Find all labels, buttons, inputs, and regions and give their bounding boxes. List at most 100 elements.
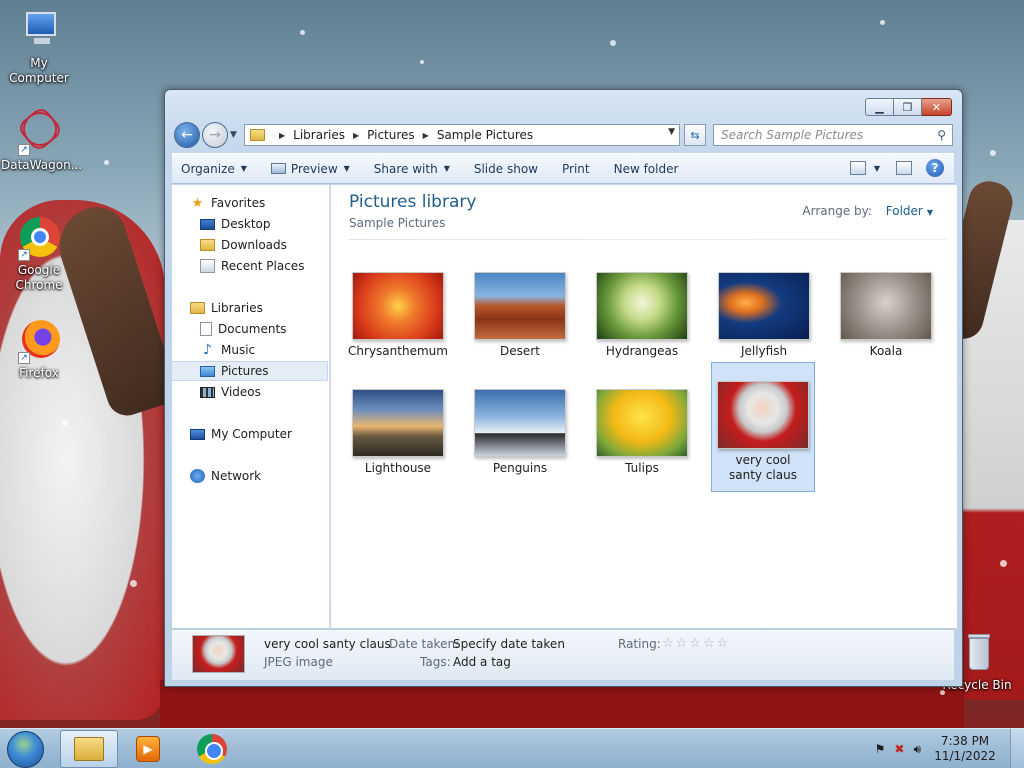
- desktop-icon-google-chrome[interactable]: ↗ Google Chrome: [1, 215, 77, 293]
- datawagon-icon: ↗: [16, 105, 64, 156]
- minimize-button[interactable]: ▁: [865, 98, 894, 116]
- thumbnail-image: [596, 389, 688, 457]
- desktop-icon-my-computer[interactable]: My Computer: [1, 8, 77, 86]
- file-item-penguins[interactable]: Penguins: [468, 381, 572, 476]
- nav-item-pictures[interactable]: Pictures: [172, 361, 328, 381]
- breadcrumb: ▶ Libraries ▶ Pictures ▶ Sample Pictures: [271, 128, 533, 142]
- recent-pages-dropdown[interactable]: ▼: [230, 130, 237, 140]
- clock[interactable]: 7:38 PM 11/1/2022: [930, 734, 1000, 764]
- network-icon: [190, 469, 205, 483]
- change-view-icon[interactable]: [849, 161, 866, 175]
- address-history-dropdown[interactable]: ▼: [668, 127, 675, 137]
- arrange-by-label: Arrange by:: [802, 204, 872, 218]
- nav-label: Libraries: [211, 301, 263, 315]
- back-button[interactable]: ←: [174, 122, 200, 148]
- nav-item-my-computer[interactable]: My Computer: [172, 424, 328, 444]
- preview-button[interactable]: Preview ▼: [262, 162, 359, 176]
- folder-icon: [74, 737, 104, 761]
- share-with-label: Share with: [373, 161, 438, 176]
- details-file-name: very cool santy claus: [264, 637, 391, 651]
- date-taken-label: Date taken:: [389, 637, 460, 651]
- breadcrumb-pictures[interactable]: Pictures: [367, 128, 415, 142]
- nav-item-documents[interactable]: Documents: [172, 319, 328, 339]
- caption-buttons: ▁ ❐ ✕: [865, 98, 952, 116]
- file-item-jellyfish[interactable]: Jellyfish: [712, 264, 816, 359]
- file-item-lighthouse[interactable]: Lighthouse: [346, 381, 450, 476]
- search-icon[interactable]: ⚲: [937, 128, 946, 142]
- file-item-koala[interactable]: Koala: [834, 264, 938, 359]
- header-divider: [349, 239, 947, 240]
- nav-item-libraries[interactable]: Libraries: [172, 298, 328, 318]
- nav-item-videos[interactable]: Videos: [172, 382, 328, 402]
- recent-places-icon: [200, 259, 215, 273]
- shortcut-arrow-icon: ↗: [18, 352, 30, 364]
- nav-item-favorites[interactable]: ★ Favorites: [172, 193, 328, 213]
- file-label: Koala: [869, 344, 903, 358]
- thumbnail-image: [474, 389, 566, 457]
- desktop-icon: [200, 218, 215, 230]
- maximize-button[interactable]: ❐: [894, 98, 922, 116]
- nav-item-downloads[interactable]: Downloads: [172, 235, 328, 255]
- taskbar-explorer[interactable]: [60, 730, 118, 768]
- arrow-left-icon: ←: [181, 127, 193, 143]
- rating-label: Rating:: [618, 637, 661, 651]
- preview-label: Preview: [290, 161, 338, 176]
- close-button[interactable]: ✕: [922, 98, 952, 116]
- network-disconnected-icon[interactable]: ✖: [894, 742, 904, 756]
- tags-label: Tags:: [420, 655, 451, 669]
- new-folder-button[interactable]: New folder: [605, 162, 688, 176]
- nav-item-recent-places[interactable]: Recent Places: [172, 256, 328, 276]
- rating-stars[interactable]: ☆☆☆☆☆: [662, 636, 730, 651]
- desktop-icon-firefox[interactable]: ↗ Firefox: [1, 318, 77, 381]
- file-item-chrysanthemum[interactable]: Chrysanthemum: [346, 264, 450, 359]
- search-box[interactable]: Search Sample Pictures ⚲: [713, 124, 953, 146]
- action-center-icon[interactable]: ⚑: [875, 742, 886, 756]
- file-item-desert[interactable]: Desert: [468, 264, 572, 359]
- documents-icon: [200, 322, 212, 336]
- preview-pane-icon[interactable]: [896, 161, 912, 175]
- explorer-window: ▁ ❐ ✕ ← → ▼ ▶ Libraries ▶ Pictures ▶ Sam…: [164, 89, 963, 687]
- taskbar-chrome[interactable]: [183, 730, 241, 768]
- thumbnail-image: [717, 381, 809, 449]
- help-icon[interactable]: ?: [926, 159, 944, 177]
- refresh-button[interactable]: ⇆: [684, 124, 706, 146]
- file-label: Jellyfish: [740, 344, 788, 358]
- slide-show-button[interactable]: Slide show: [465, 162, 547, 176]
- view-options-dropdown[interactable]: ▼: [874, 164, 880, 173]
- organize-button[interactable]: Organize ▼: [172, 162, 256, 176]
- show-desktop-button[interactable]: [1010, 729, 1024, 768]
- nav-label: Recent Places: [221, 259, 305, 273]
- breadcrumb-libraries[interactable]: Libraries: [293, 128, 345, 142]
- thumbnail-image: [352, 389, 444, 457]
- nav-item-network[interactable]: Network: [172, 466, 328, 486]
- file-item-very-cool-santy-claus[interactable]: very cool santy claus: [711, 362, 815, 492]
- print-button[interactable]: Print: [553, 162, 599, 176]
- downloads-folder-icon: [200, 239, 215, 251]
- nav-item-desktop[interactable]: Desktop: [172, 214, 328, 234]
- arrange-by: Arrange by: Folder ▼: [802, 204, 933, 218]
- computer-icon: [190, 428, 205, 440]
- desktop-icon-datawagon[interactable]: ↗ DataWagon...: [1, 105, 82, 173]
- libraries-icon: [190, 302, 205, 314]
- forward-button[interactable]: →: [202, 122, 228, 148]
- pictures-icon: [200, 365, 215, 377]
- taskbar-media-player[interactable]: ▶: [119, 730, 177, 768]
- file-item-tulips[interactable]: Tulips: [590, 381, 694, 476]
- star-icon: ★: [191, 195, 204, 211]
- nav-item-music[interactable]: ♪ Music: [172, 340, 328, 360]
- search-input[interactable]: Search Sample Pictures: [721, 128, 863, 142]
- clock-date: 11/1/2022: [934, 749, 996, 763]
- computer-icon: [16, 8, 62, 54]
- taskbar: ▶ ⚑ ✖ 🔊︎ 7:38 PM 11/1/2022: [0, 728, 1024, 768]
- date-taken-value[interactable]: Specify date taken: [453, 637, 565, 651]
- shortcut-arrow-icon: ↗: [18, 249, 30, 261]
- breadcrumb-sample-pictures[interactable]: Sample Pictures: [437, 128, 533, 142]
- volume-icon[interactable]: 🔊︎: [913, 742, 921, 757]
- start-button[interactable]: [7, 731, 44, 768]
- file-item-hydrangeas[interactable]: Hydrangeas: [590, 264, 694, 359]
- address-bar[interactable]: ▶ Libraries ▶ Pictures ▶ Sample Pictures…: [244, 124, 680, 146]
- nav-label: Videos: [221, 385, 261, 399]
- arrange-by-dropdown[interactable]: Folder ▼: [886, 204, 933, 218]
- tags-value[interactable]: Add a tag: [453, 655, 511, 669]
- share-with-button[interactable]: Share with ▼: [365, 162, 459, 176]
